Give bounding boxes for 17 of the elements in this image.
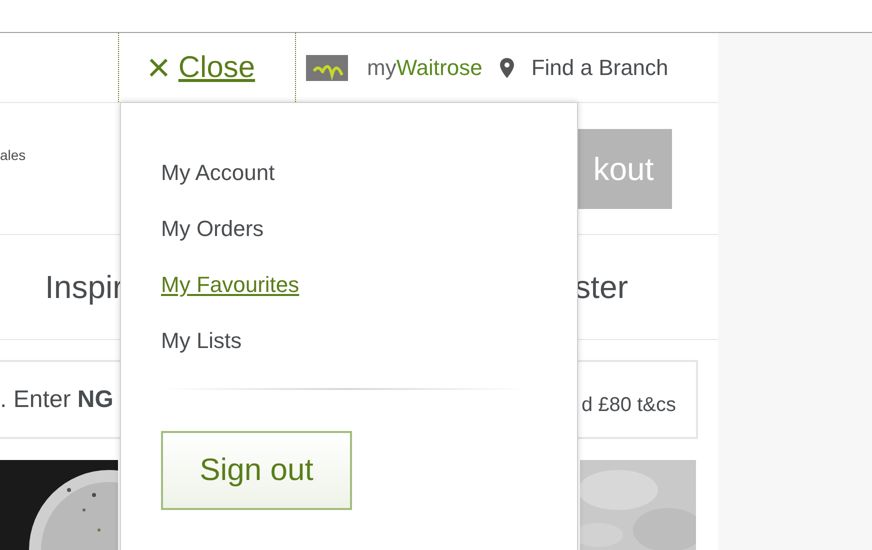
close-link[interactable]: Close: [178, 45, 256, 90]
menu-link[interactable]: My Lists: [161, 326, 242, 356]
menu-link[interactable]: My Account: [161, 158, 275, 188]
menu-link[interactable]: My Favourites: [161, 270, 300, 300]
menu-link[interactable]: My Orders: [161, 214, 264, 244]
promo-terms: d £80 t&cs: [581, 392, 676, 418]
close-tab[interactable]: × Close: [118, 33, 296, 102]
sign-out-button[interactable]: Sign out: [161, 431, 352, 510]
map-pin-icon: [500, 58, 514, 78]
promo-text: . Enter NG: [0, 384, 114, 414]
close-icon: ×: [147, 48, 170, 88]
loyalty-card-icon: [306, 54, 348, 80]
nav-link[interactable]: ster: [574, 263, 628, 311]
find-branch-link[interactable]: Find a Branch: [531, 51, 668, 84]
nav-link[interactable]: Inspir: [45, 263, 124, 311]
mywaitrose-link[interactable]: myWaitrose: [367, 51, 482, 84]
info-text: ales: [0, 146, 26, 165]
